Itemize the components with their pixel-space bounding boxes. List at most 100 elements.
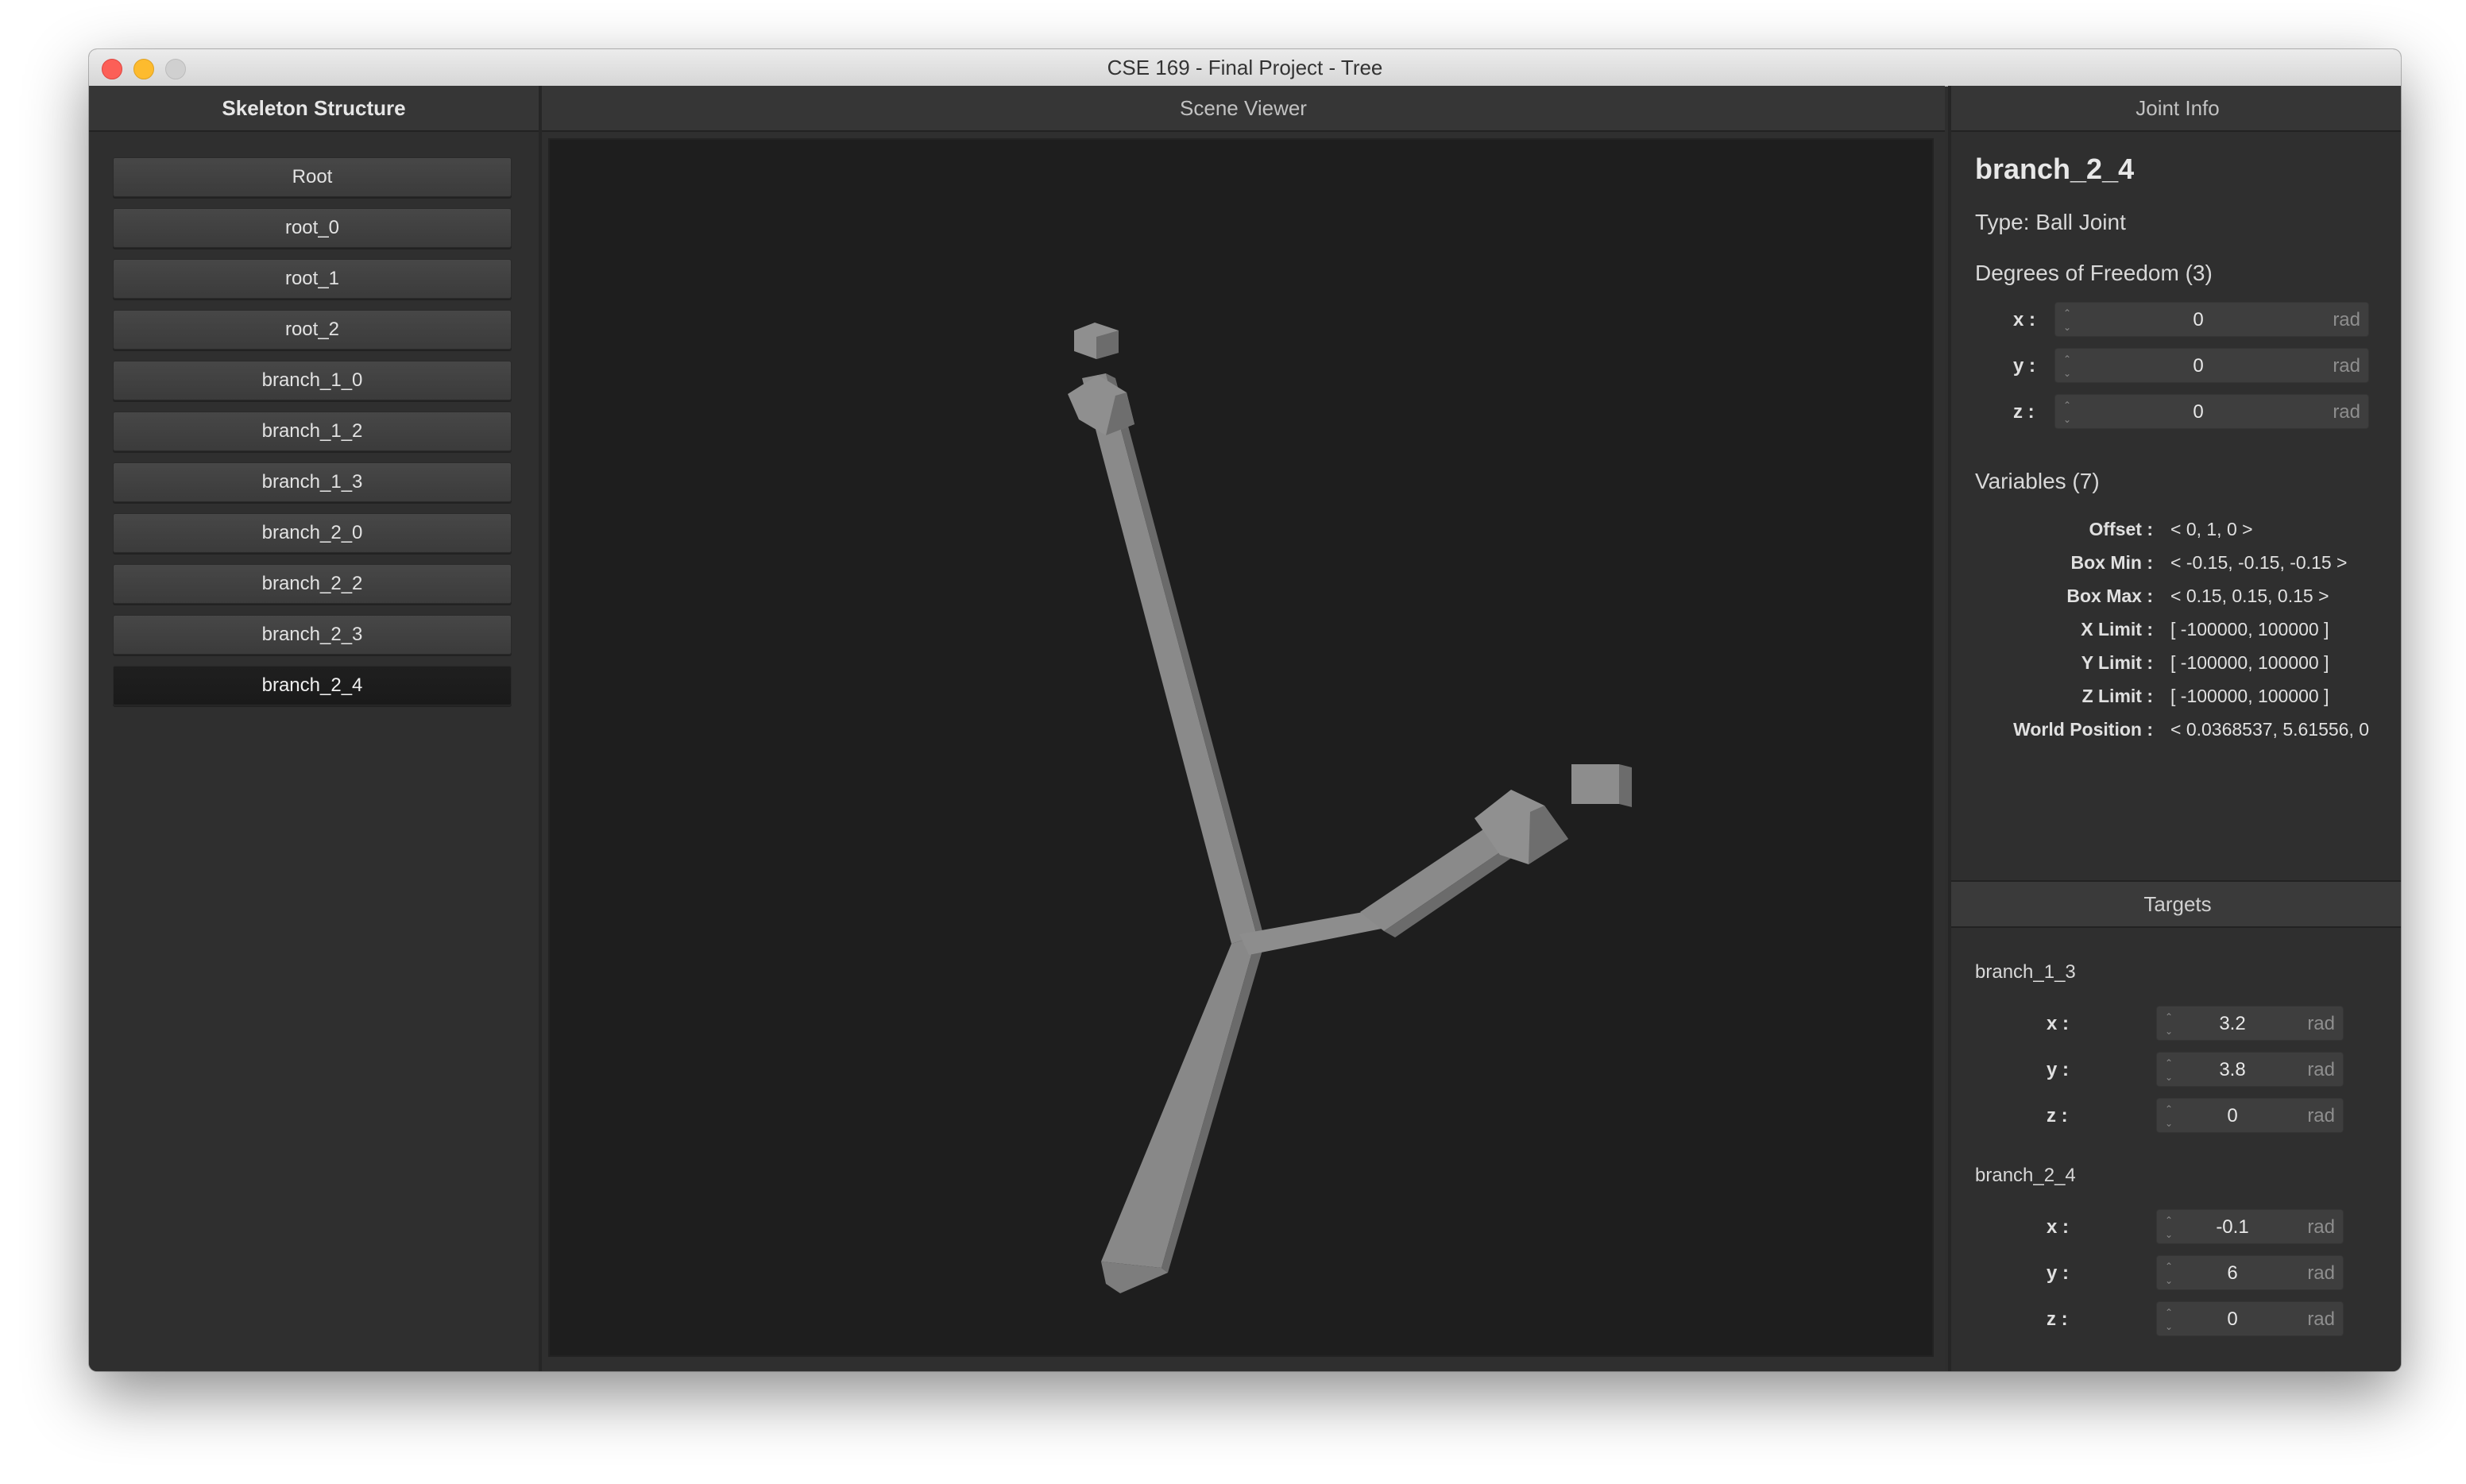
scene-viewer-header: Scene Viewer — [542, 86, 1945, 132]
right-branch-bone-b — [1360, 825, 1508, 931]
variable-row: Z Limit : [ -100000, 100000 ] — [1951, 680, 2401, 712]
target-value[interactable]: 0 — [2181, 1099, 2284, 1134]
variable-value: [ -100000, 100000 ] — [2170, 652, 2329, 673]
target-spinbox[interactable]: ⌃ ⌄ 6 rad — [2156, 1255, 2344, 1290]
right-joint-box-shade — [1529, 806, 1568, 864]
variable-value: [ -100000, 100000 ] — [2170, 686, 2329, 706]
target-field-label: z : — [2047, 1308, 2068, 1330]
dof-z-spinbox[interactable]: ⌃ ⌄ 0 rad — [2054, 394, 2369, 429]
target-unit: rad — [2307, 1262, 2335, 1284]
joint-button[interactable]: Root — [113, 157, 512, 197]
target-unit: rad — [2307, 1059, 2335, 1080]
spin-arrows-icon[interactable]: ⌃ ⌄ — [2162, 1213, 2176, 1242]
spin-arrows-icon[interactable]: ⌃ ⌄ — [2060, 306, 2074, 334]
target-field-label: x : — [2047, 1013, 2070, 1034]
joint-button[interactable]: root_2 — [113, 310, 512, 350]
dof-x-spinbox[interactable]: ⌃ ⌄ 0 rad — [2054, 302, 2369, 337]
target-spinbox[interactable]: ⌃ ⌄ -0.1 rad — [2156, 1209, 2344, 1244]
joint-info-panel: Joint Info branch_2_4 Type: Ball Joint D… — [1948, 86, 2401, 1371]
variable-label: Offset : — [2089, 519, 2154, 539]
target-row: z : ⌃ ⌄ 0 rad — [1951, 1301, 2401, 1338]
target-group-name: branch_1_3 — [1975, 961, 2076, 983]
joint-info-header: Joint Info — [1951, 86, 2401, 132]
variable-value: < -0.15, -0.15, -0.15 > — [2170, 552, 2348, 573]
joint-button[interactable]: branch_1_3 — [113, 462, 512, 502]
target-spinbox[interactable]: ⌃ ⌄ 0 rad — [2156, 1301, 2344, 1336]
dof-value[interactable]: 0 — [2079, 349, 2317, 384]
variable-label: World Position : — [2013, 719, 2153, 740]
right-end-cube — [1571, 764, 1619, 804]
right-end-cube-shade — [1619, 764, 1632, 807]
dof-unit: rad — [2333, 309, 2360, 330]
variable-label: X Limit : — [2081, 619, 2153, 640]
target-unit: rad — [2307, 1216, 2335, 1238]
dof-y-spinbox[interactable]: ⌃ ⌄ 0 rad — [2054, 348, 2369, 383]
target-field-label: z : — [2047, 1105, 2068, 1127]
spin-arrows-icon[interactable]: ⌃ ⌄ — [2162, 1010, 2176, 1038]
target-field-label: y : — [2047, 1059, 2070, 1080]
variable-label: Box Max : — [2066, 585, 2153, 606]
variables-title: Variables (7) — [1975, 469, 2100, 493]
spin-arrows-icon[interactable]: ⌃ ⌄ — [2162, 1102, 2176, 1130]
scene-viewport[interactable] — [548, 138, 1934, 1357]
target-spinbox[interactable]: ⌃ ⌄ 3.8 rad — [2156, 1052, 2344, 1087]
variable-row: Y Limit : [ -100000, 100000 ] — [1951, 647, 2401, 678]
dof-row-z: z : ⌃ ⌄ 0 rad — [1951, 394, 2401, 431]
target-value[interactable]: 6 — [2181, 1256, 2284, 1291]
joint-button[interactable]: branch_2_3 — [113, 615, 512, 655]
variable-label: Y Limit : — [2081, 652, 2153, 673]
target-spinbox[interactable]: ⌃ ⌄ 3.2 rad — [2156, 1006, 2344, 1041]
scene-viewer-panel: Scene Viewer — [542, 86, 1945, 1371]
dof-unit: rad — [2333, 355, 2360, 377]
variable-value: < 0.0368537, 5.61556, 0 — [2170, 719, 2370, 740]
app-window: CSE 169 - Final Project - Tree Skeleton … — [89, 49, 2401, 1371]
window-title: CSE 169 - Final Project - Tree — [1107, 56, 1383, 79]
variable-label: Box Min : — [2070, 552, 2154, 573]
joint-button[interactable]: branch_2_2 — [113, 564, 512, 604]
skeleton-structure-panel: Skeleton Structure Root root_0 root_1 ro… — [89, 86, 542, 1371]
spin-arrows-icon[interactable]: ⌃ ⌄ — [2162, 1056, 2176, 1084]
spin-arrows-icon[interactable]: ⌃ ⌄ — [2162, 1259, 2176, 1288]
variable-row: X Limit : [ -100000, 100000 ] — [1951, 613, 2401, 645]
joint-list: Root root_0 root_1 root_2 branch_1_0 bra… — [113, 157, 512, 717]
upper-branch-bone-side — [1106, 373, 1263, 936]
joint-button-selected[interactable]: branch_2_4 — [113, 666, 512, 705]
upper-branch-bone — [1082, 373, 1257, 944]
joint-info-section: Joint Info branch_2_4 Type: Ball Joint D… — [1951, 86, 2401, 880]
target-spinbox[interactable]: ⌃ ⌄ 0 rad — [2156, 1098, 2344, 1133]
joint-button[interactable]: branch_1_0 — [113, 361, 512, 400]
dof-label: z : — [2013, 401, 2035, 423]
dof-label: y : — [2013, 355, 2036, 377]
joint-button[interactable]: root_1 — [113, 259, 512, 299]
target-value[interactable]: -0.1 — [2181, 1210, 2284, 1245]
dof-unit: rad — [2333, 401, 2360, 423]
dof-row-x: x : ⌃ ⌄ 0 rad — [1951, 302, 2401, 338]
joint-type: Type: Ball Joint — [1975, 210, 2126, 234]
variable-row: Box Max : < 0.15, 0.15, 0.15 > — [1951, 580, 2401, 612]
target-field-label: x : — [2047, 1216, 2070, 1238]
target-value[interactable]: 3.8 — [2181, 1053, 2284, 1088]
variable-value: [ -100000, 100000 ] — [2170, 619, 2329, 640]
variable-value: < 0, 1, 0 > — [2170, 519, 2253, 539]
variable-row: World Position : < 0.0368537, 5.61556, 0 — [1951, 713, 2401, 745]
target-unit: rad — [2307, 1105, 2335, 1127]
dof-row-y: y : ⌃ ⌄ 0 rad — [1951, 348, 2401, 385]
spin-arrows-icon[interactable]: ⌃ ⌄ — [2060, 352, 2074, 381]
dof-value[interactable]: 0 — [2079, 395, 2317, 430]
skeleton-structure-header: Skeleton Structure — [89, 86, 539, 132]
variable-value: < 0.15, 0.15, 0.15 > — [2170, 585, 2329, 606]
joint-button[interactable]: root_0 — [113, 208, 512, 248]
variable-label: Z Limit : — [2081, 686, 2153, 706]
skeleton-render — [1068, 323, 1632, 1293]
title-bar: CSE 169 - Final Project - Tree — [89, 49, 2401, 87]
spin-arrows-icon[interactable]: ⌃ ⌄ — [2060, 398, 2074, 427]
joint-button[interactable]: branch_1_2 — [113, 412, 512, 451]
target-unit: rad — [2307, 1308, 2335, 1330]
joint-button[interactable]: branch_2_0 — [113, 513, 512, 553]
dof-value[interactable]: 0 — [2079, 303, 2317, 338]
spin-arrows-icon[interactable]: ⌃ ⌄ — [2162, 1305, 2176, 1334]
target-unit: rad — [2307, 1013, 2335, 1034]
target-value[interactable]: 0 — [2181, 1302, 2284, 1337]
target-value[interactable]: 3.2 — [2181, 1007, 2284, 1042]
dof-label: x : — [2013, 309, 2036, 330]
